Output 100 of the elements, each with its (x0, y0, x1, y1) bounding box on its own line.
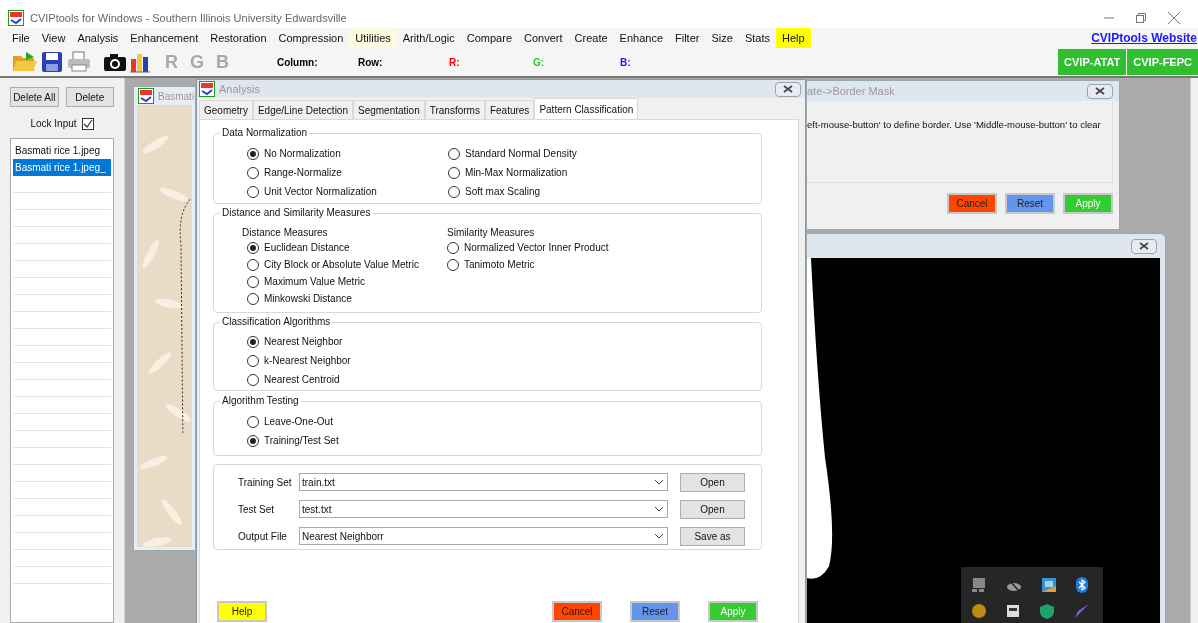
radio-button[interactable] (247, 166, 259, 179)
radio-option[interactable]: No Normalization (247, 145, 387, 162)
tab[interactable]: Transforms (424, 100, 485, 119)
network-icon[interactable] (1041, 577, 1057, 593)
radio-button[interactable] (447, 241, 459, 254)
radio-button[interactable] (247, 147, 259, 160)
radio-button[interactable] (448, 147, 460, 160)
pixel-readout: Column: (277, 55, 319, 70)
bluetooth-icon[interactable] (1076, 577, 1088, 593)
file-button[interactable]: Open (680, 472, 745, 492)
file-select[interactable]: train.txt (299, 473, 668, 491)
tab[interactable]: Features (484, 100, 535, 119)
radio-option[interactable]: Minkowski Distance (247, 290, 427, 307)
menu-item[interactable]: Compression (272, 28, 350, 48)
tab[interactable]: Edge/Line Detection (252, 100, 353, 119)
menu-item[interactable]: File (6, 28, 36, 48)
file-button[interactable]: Save as (680, 526, 745, 546)
radio-option[interactable]: Soft max Scaling (448, 183, 588, 200)
tab[interactable]: Segmentation (353, 100, 425, 119)
pen-icon[interactable] (1074, 603, 1090, 619)
menu-item[interactable]: View (35, 28, 72, 48)
monitor-icon[interactable] (971, 577, 987, 593)
radio-option[interactable]: Min-Max Normalization (448, 164, 588, 181)
radio-option[interactable]: Maximum Value Metric (247, 273, 427, 290)
close-button[interactable] (1087, 83, 1113, 99)
pixel-readout: R: (449, 55, 461, 70)
menu-item[interactable]: Enhance (613, 28, 669, 48)
radio-option[interactable]: Training/Test Set (247, 432, 761, 449)
group-title: Classification Algorithms (220, 315, 333, 329)
radio-button[interactable] (247, 185, 259, 198)
image-list-item[interactable]: Basmati rice 1.jpeg_ (13, 159, 111, 176)
list-button[interactable]: Delete (65, 87, 114, 107)
coin-icon[interactable] (971, 603, 987, 619)
restore-icon[interactable] (1136, 13, 1146, 23)
menu-item[interactable]: Size (705, 28, 739, 48)
radio-option[interactable]: Nearest Centroid (247, 371, 761, 388)
website-link[interactable]: CVIPtools Website (1091, 29, 1198, 47)
action-button[interactable]: Reset (1005, 193, 1055, 214)
file-label: Output File (237, 529, 288, 544)
window-icon[interactable] (1006, 603, 1020, 619)
radio-button[interactable] (247, 241, 259, 254)
radio-option[interactable]: Leave-One-Out (247, 413, 761, 430)
image-window-title: Basmati (158, 89, 195, 104)
radio-option[interactable]: Tanimoto Metric (447, 256, 632, 273)
menu-item[interactable]: Filter (669, 28, 706, 48)
file-label: Training Set (237, 475, 293, 490)
radio-option[interactable]: Unit Vector Normalization (247, 183, 387, 200)
action-button[interactable]: Cancel (947, 193, 997, 214)
close-icon[interactable] (1168, 12, 1180, 24)
close-button[interactable] (1131, 238, 1157, 254)
radio-option[interactable]: Range-Normalize (247, 164, 387, 181)
radio-option[interactable]: City Block or Absolute Value Metric (247, 256, 427, 273)
action-button[interactable]: Reset (630, 601, 680, 622)
radio-button[interactable] (247, 335, 259, 348)
radio-option[interactable]: Normalized Vector Inner Product (447, 239, 632, 256)
action-button[interactable]: Help (217, 601, 267, 622)
radio-option[interactable]: Euclidean Distance (247, 239, 427, 256)
radio-option[interactable]: Nearest Neighbor (247, 333, 761, 350)
menu-item[interactable]: Compare (460, 28, 518, 48)
menu-item[interactable]: Utilities (349, 28, 397, 48)
pixel-readout: G: (533, 55, 546, 70)
menu-item[interactable]: Arith/Logic (396, 28, 461, 48)
radio-label: Tanimoto Metric (464, 258, 535, 272)
scrollbar[interactable] (1190, 78, 1198, 623)
app-icon (8, 10, 24, 26)
radio-button[interactable] (247, 275, 259, 288)
radio-button[interactable] (247, 292, 259, 305)
chevron-down-icon (655, 506, 663, 512)
menu-item[interactable]: Help (775, 28, 811, 48)
radio-label: Euclidean Distance (264, 241, 350, 255)
menu-item[interactable]: Stats (738, 28, 776, 48)
file-select[interactable]: test.txt (299, 500, 668, 518)
menu-item[interactable]: Analysis (71, 28, 125, 48)
shield-icon[interactable] (1039, 603, 1055, 619)
radio-button[interactable] (448, 166, 460, 179)
tab[interactable]: Pattern Classification (534, 98, 639, 119)
file-select[interactable]: Nearest Neighborr (299, 527, 668, 545)
close-button[interactable] (775, 81, 801, 97)
menu-item[interactable]: Create (568, 28, 614, 48)
radio-button[interactable] (247, 258, 259, 271)
file-button[interactable]: Open (680, 499, 745, 519)
image-list-item[interactable]: Basmati rice 1.jpeg (13, 142, 111, 159)
radio-button[interactable] (247, 373, 259, 386)
list-button[interactable]: Delete All (10, 87, 59, 107)
radio-option[interactable]: Standard Normal Density (448, 145, 588, 162)
menu-item[interactable]: Enhancement (124, 28, 205, 48)
lock-input-checkbox[interactable] (81, 117, 94, 130)
radio-button[interactable] (247, 354, 259, 367)
radio-button[interactable] (247, 434, 259, 447)
bar-chart-icon[interactable] (129, 51, 151, 73)
camera-icon[interactable] (103, 52, 127, 72)
menu-item[interactable]: Restoration (204, 28, 273, 48)
radio-button[interactable] (447, 258, 459, 271)
save-icon[interactable] (41, 51, 63, 73)
action-button[interactable]: Cancel (552, 601, 602, 622)
radio-option[interactable]: k-Nearest Neighbor (247, 352, 761, 369)
radio-button[interactable] (247, 415, 259, 428)
radio-button[interactable] (448, 185, 460, 198)
tab[interactable]: Geometry (199, 100, 253, 119)
menu-item[interactable]: Convert (518, 28, 569, 48)
